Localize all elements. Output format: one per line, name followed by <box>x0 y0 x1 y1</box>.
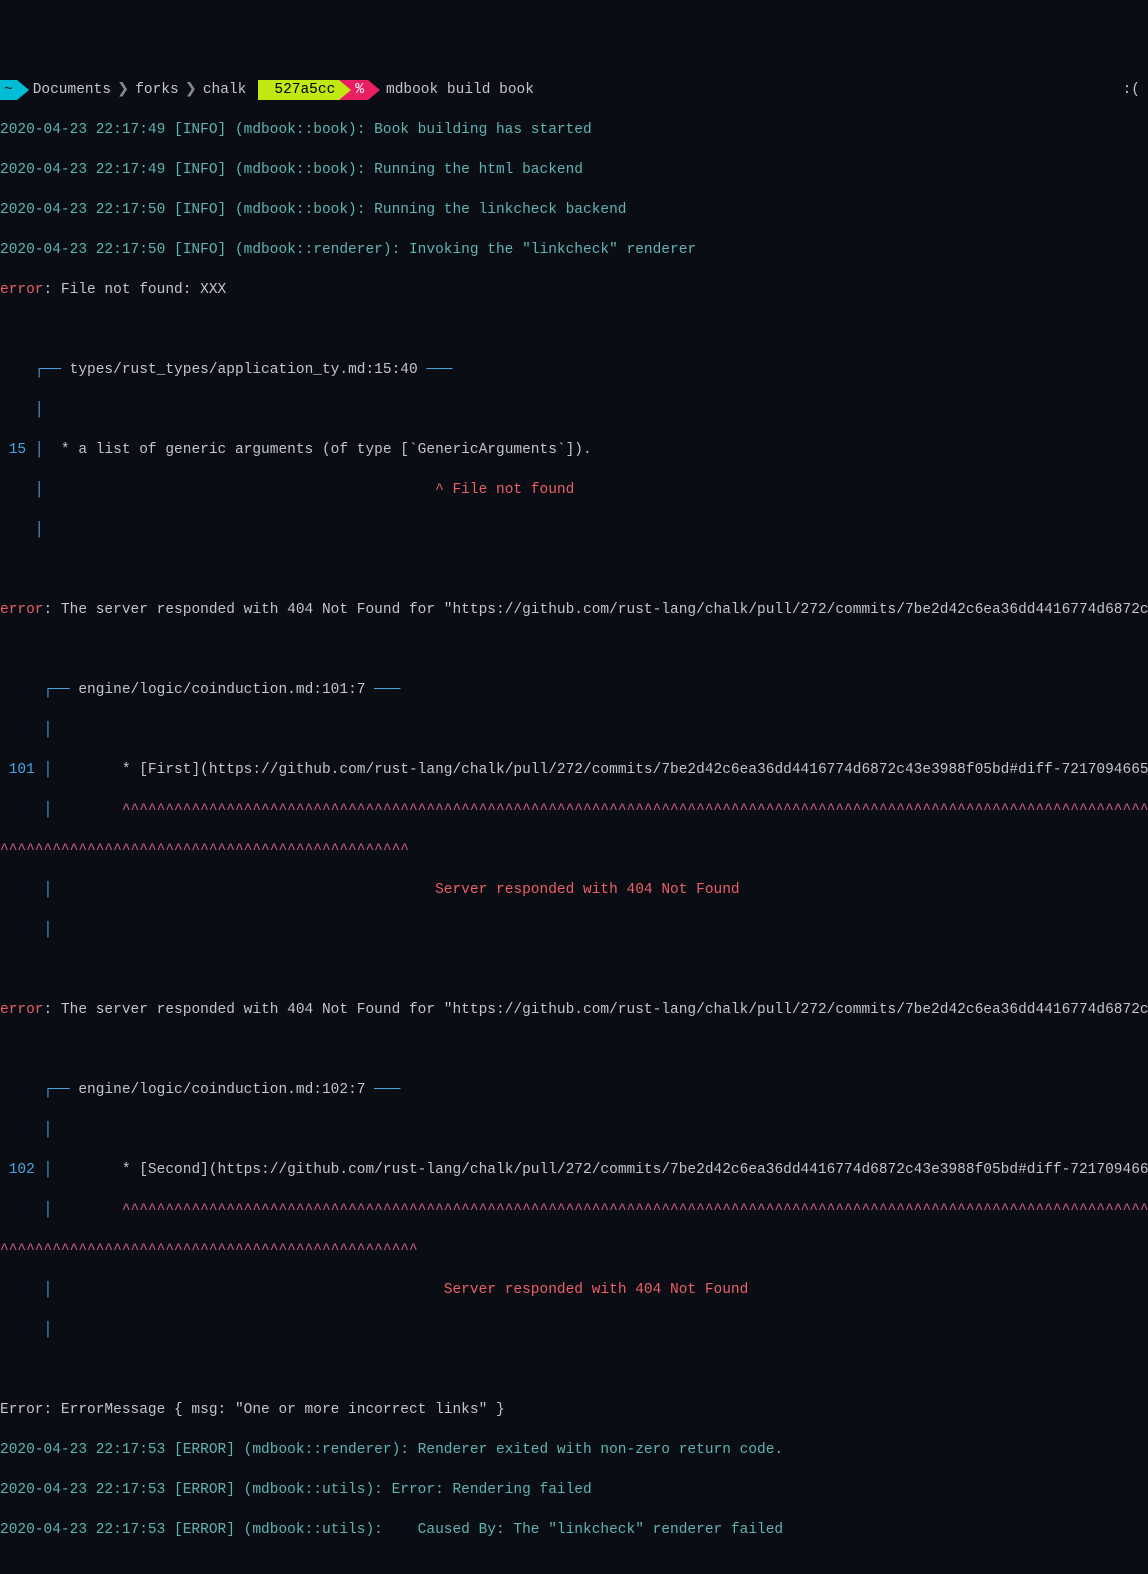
log-error-line: 2020-04-23 22:17:53 [ERROR] (mdbook::uti… <box>0 1520 1148 1540</box>
log-line: 2020-04-23 22:17:50 [INFO] (mdbook::book… <box>0 200 1148 220</box>
chevron-right-icon: ❯ <box>111 80 135 100</box>
git-hash-segment: 527a5cc <box>258 80 339 100</box>
log-line: 2020-04-23 22:17:50 [INFO] (mdbook::rend… <box>0 240 1148 260</box>
blank <box>0 1040 1148 1060</box>
blank <box>0 960 1148 980</box>
blank <box>0 1360 1148 1380</box>
prompt-line[interactable]: ~Documents❯forks❯chalk527a5cc%mdbook bui… <box>0 80 1148 100</box>
log-line: 2020-04-23 22:17:49 [INFO] (mdbook::book… <box>0 160 1148 180</box>
error-line: error: File not found: XXX <box>0 280 1148 300</box>
box-pipe: │ <box>0 400 1148 420</box>
log-line: 2020-04-23 22:17:49 [INFO] (mdbook::book… <box>0 120 1148 140</box>
blank <box>0 560 1148 580</box>
path-documents: Documents <box>33 80 111 100</box>
error-line: error: The server responded with 404 Not… <box>0 1000 1148 1020</box>
path-forks: forks <box>135 80 179 100</box>
command-input[interactable]: mdbook build book <box>368 80 534 100</box>
box-pipe: │ <box>0 1320 1148 1340</box>
caret-line: ^^^^^^^^^^^^^^^^^^^^^^^^^^^^^^^^^^^^^^^^… <box>0 840 1148 860</box>
blank <box>0 640 1148 660</box>
caret-line: │ ^^^^^^^^^^^^^^^^^^^^^^^^^^^^^^^^^^^^^^… <box>0 800 1148 820</box>
file-header: ┌── types/rust_types/application_ty.md:1… <box>0 360 1148 380</box>
error-line: error: The server responded with 404 Not… <box>0 600 1148 620</box>
code-line: 101 │ * [First](https://github.com/rust-… <box>0 760 1148 780</box>
status-sad-icon: :( <box>1123 80 1140 100</box>
box-pipe: │ <box>0 1120 1148 1140</box>
terminal-output: ~Documents❯forks❯chalk527a5cc%mdbook bui… <box>0 60 1148 1560</box>
path-chalk: chalk <box>203 80 247 100</box>
box-pipe: │ <box>0 920 1148 940</box>
box-pipe: │ <box>0 720 1148 740</box>
chevron-right-icon: ❯ <box>179 80 203 100</box>
caret-line: ^^^^^^^^^^^^^^^^^^^^^^^^^^^^^^^^^^^^^^^^… <box>0 1240 1148 1260</box>
log-error-line: 2020-04-23 22:17:53 [ERROR] (mdbook::ren… <box>0 1440 1148 1460</box>
home-segment: ~ <box>0 80 17 100</box>
code-line: 102 │ * [Second](https://github.com/rust… <box>0 1160 1148 1180</box>
blank <box>0 320 1148 340</box>
error-detail: │ Server responded with 404 Not Found <box>0 880 1148 900</box>
log-error-line: 2020-04-23 22:17:53 [ERROR] (mdbook::uti… <box>0 1480 1148 1500</box>
footer-error: Error: ErrorMessage { msg: "One or more … <box>0 1400 1148 1420</box>
box-pipe: │ <box>0 520 1148 540</box>
file-header: ┌── engine/logic/coinduction.md:101:7 ──… <box>0 680 1148 700</box>
error-detail: │ Server responded with 404 Not Found <box>0 1280 1148 1300</box>
caret-line: │ ^ File not found <box>0 480 1148 500</box>
caret-line: │ ^^^^^^^^^^^^^^^^^^^^^^^^^^^^^^^^^^^^^^… <box>0 1200 1148 1220</box>
code-line: 15 │ * a list of generic arguments (of t… <box>0 440 1148 460</box>
file-header: ┌── engine/logic/coinduction.md:102:7 ──… <box>0 1080 1148 1100</box>
